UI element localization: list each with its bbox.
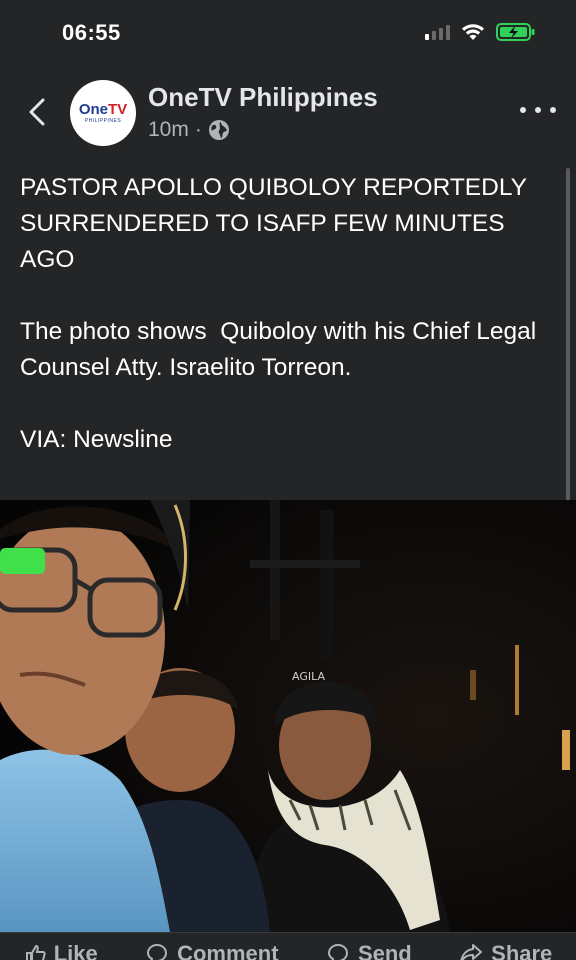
globe-icon[interactable] <box>208 119 230 141</box>
avatar-logo-sub: PHILIPPINES <box>84 118 122 124</box>
cellular-signal-icon <box>425 24 450 40</box>
comment-label: Comment <box>177 941 279 960</box>
post-body: The photo shows Quiboloy with his Chief … <box>20 318 543 381</box>
more-dots-icon <box>520 107 526 113</box>
post-meta: 10m · <box>148 118 230 142</box>
meta-separator: · <box>194 118 202 141</box>
post-header: OneTV PHILIPPINES OneTV Philippines 10m … <box>0 70 576 160</box>
page-avatar[interactable]: OneTV PHILIPPINES <box>70 80 136 146</box>
post-headline: PASTOR APOLLO QUIBOLOY REPORTEDLY SURREN… <box>20 174 534 273</box>
like-button[interactable]: Like <box>24 941 98 960</box>
chevron-left-icon <box>29 98 45 126</box>
more-options-button[interactable] <box>520 98 556 122</box>
battery-charging-icon <box>496 23 535 41</box>
send-button[interactable]: Send <box>326 941 412 960</box>
post-photo[interactable]: AGILA <box>0 500 576 932</box>
like-label: Like <box>53 941 98 960</box>
comment-button[interactable]: Comment <box>145 941 279 960</box>
wifi-icon <box>462 24 484 40</box>
send-label: Send <box>357 941 412 960</box>
share-button[interactable]: Share <box>459 941 552 960</box>
post-source: VIA: Newsline <box>20 426 173 453</box>
page-name[interactable]: OneTV Philippines <box>148 82 378 113</box>
status-bar: 06:55 <box>0 0 576 70</box>
share-label: Share <box>491 941 553 960</box>
share-icon <box>460 944 483 960</box>
post-text: PASTOR APOLLO QUIBOLOY REPORTEDLY SURREN… <box>20 170 540 458</box>
cap-text: AGILA <box>292 670 325 683</box>
photo-illustration: AGILA <box>0 500 576 932</box>
status-time: 06:55 <box>62 20 121 45</box>
send-icon <box>327 943 348 960</box>
avatar-logo: OneTV <box>78 101 128 118</box>
back-button[interactable] <box>22 92 52 132</box>
status-icons <box>425 22 536 42</box>
thumbs-up-icon <box>25 944 46 960</box>
action-bar: Like Comment Send Share <box>0 932 576 960</box>
comment-icon <box>147 943 168 960</box>
post-time: 10m <box>148 118 189 141</box>
